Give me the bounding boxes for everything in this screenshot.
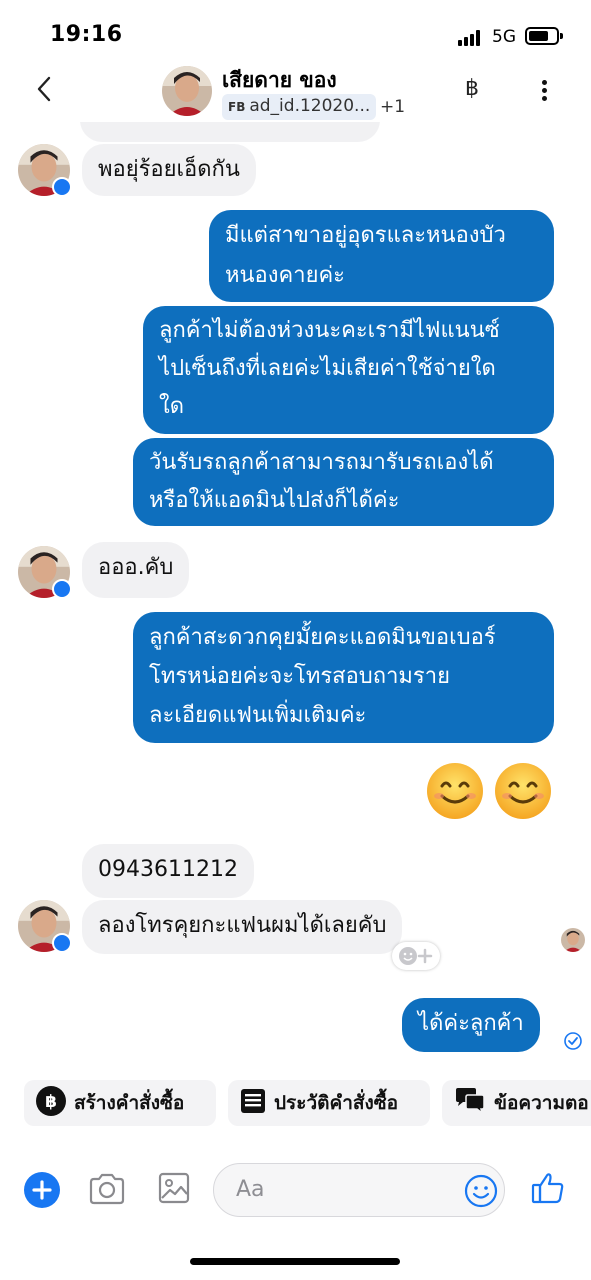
outgoing-message[interactable]: มีแต่สาขาอยู่อุดรและหนองบัว หนองคายค่ะ	[209, 210, 554, 302]
message-line: ละเอียดแฟนเพิ่มเติมค่ะ	[149, 703, 367, 728]
message-line: มีแต่สาขาอยู่อุดรและหนองบัว	[225, 223, 506, 248]
camera-button[interactable]	[88, 1172, 126, 1206]
battery-icon	[525, 27, 563, 45]
home-indicator	[190, 1258, 400, 1265]
messenger-badge-icon	[52, 579, 72, 599]
saved-replies-button[interactable]: ข้อความตอ	[442, 1080, 591, 1126]
contact-name: เสียดาย ของ	[222, 68, 337, 92]
thumbs-up-icon	[531, 1173, 564, 1204]
outgoing-message[interactable]: ลูกค้าสะดวกคุยมั้ยคะแอดมินขอเบอร์ โทรหน่…	[133, 612, 554, 743]
image-icon	[158, 1172, 190, 1204]
incoming-message[interactable]: พอยุ่ร้อยเอ็ดกัน	[82, 144, 256, 196]
create-order-label: สร้างคำสั่งซื้อ	[74, 1092, 185, 1114]
message-input[interactable]: Aa	[213, 1163, 505, 1217]
chevron-left-icon	[37, 76, 51, 102]
baht-icon[interactable]: ฿	[465, 76, 479, 101]
extra-tag-count[interactable]: +1	[380, 97, 405, 117]
order-history-button[interactable]: ประวัติคำสั่งซื้อ	[228, 1080, 430, 1126]
saved-replies-label: ข้อความตอ	[494, 1092, 589, 1114]
outgoing-message[interactable]: ได้ค่ะลูกค้า	[402, 998, 540, 1052]
baht-circle-icon: ฿	[36, 1085, 66, 1121]
message-line: ลูกค้าไม่ต้องห่วงนะคะเรามีไฟแนนซ์	[159, 318, 500, 343]
message-line: โทรหน่อยค่ะจะโทรสอบถามราย	[149, 664, 450, 689]
delivered-check-icon	[564, 1032, 582, 1050]
smile-emoji-icon[interactable]	[426, 762, 484, 820]
message-text: อออ.คับ	[98, 555, 174, 580]
gallery-button[interactable]	[158, 1172, 190, 1204]
signal-icon	[458, 30, 484, 46]
message-text: ลองโทรคุยกะแฟนผมได้เลยคับ	[98, 913, 387, 938]
seen-avatar	[561, 928, 585, 952]
contact-avatar[interactable]	[162, 66, 212, 116]
incoming-message[interactable]: ลองโทรคุยกะแฟนผมได้เลยคับ	[82, 900, 403, 954]
incoming-message[interactable]: อออ.คับ	[82, 542, 190, 598]
outgoing-message[interactable]: ลูกค้าไม่ต้องห่วงนะคะเรามีไฟแนนซ์ ไปเซ็น…	[143, 306, 554, 434]
messenger-badge-icon	[52, 177, 72, 197]
message-bubble-clipped	[80, 122, 380, 142]
smile-emoji-icon[interactable]	[494, 762, 552, 820]
ad-id-tag[interactable]: FB ad_id.12020...	[222, 94, 377, 120]
svg-text:฿: ฿	[45, 1092, 57, 1112]
ad-id-text: ad_id.12020...	[249, 96, 371, 116]
message-line: ใด	[159, 394, 185, 419]
message-line: หนองคายค่ะ	[225, 263, 345, 288]
chat-bubbles-icon	[454, 1087, 486, 1120]
messenger-badge-icon	[52, 933, 72, 953]
more-options-icon[interactable]	[536, 76, 554, 106]
message-input-placeholder: Aa	[236, 1177, 265, 1202]
outgoing-message[interactable]: วันรับรถลูกค้าสามารถมารับรถเองได้ หรือให…	[133, 438, 554, 526]
message-line: วันรับรถลูกค้าสามารถมารับรถเองได้	[149, 450, 494, 475]
message-list[interactable]: พอยุ่ร้อยเอ็ดกัน มีแต่สาขาอยู่อุดรและหนอ…	[0, 122, 591, 1070]
create-order-button[interactable]: ฿ สร้างคำสั่งซื้อ	[24, 1080, 216, 1126]
message-text: 0943611212	[98, 857, 238, 882]
status-bar: 19:16 5G	[0, 0, 591, 60]
like-button[interactable]	[530, 1170, 566, 1206]
emoji-button[interactable]	[464, 1174, 498, 1208]
list-icon	[240, 1088, 266, 1119]
camera-icon	[89, 1173, 125, 1205]
plus-icon	[32, 1180, 52, 1200]
incoming-message[interactable]: 0943611212	[82, 844, 254, 898]
add-reaction-icon[interactable]	[392, 942, 440, 970]
order-history-label: ประวัติคำสั่งซื้อ	[274, 1092, 399, 1114]
back-button[interactable]	[30, 74, 60, 104]
network-type: 5G	[492, 27, 516, 47]
message-line: ไปเซ็นถึงที่เลยค่ะไม่เสียค่าใช้จ่ายใด	[159, 356, 496, 381]
smiley-icon	[464, 1174, 498, 1208]
add-attachment-button[interactable]	[24, 1172, 60, 1208]
status-time: 19:16	[50, 22, 123, 47]
message-line: ลูกค้าสะดวกคุยมั้ยคะแอดมินขอเบอร์	[149, 625, 496, 650]
fb-label: FB	[228, 100, 246, 114]
conversation-header: เสียดาย ของ FB ad_id.12020... +1 ฿	[0, 60, 591, 122]
message-line: หรือให้แอดมินไปส่งก็ได้ค่ะ	[149, 488, 400, 513]
message-text: พอยุ่ร้อยเอ็ดกัน	[98, 157, 240, 182]
message-text: ได้ค่ะลูกค้า	[418, 1011, 524, 1036]
